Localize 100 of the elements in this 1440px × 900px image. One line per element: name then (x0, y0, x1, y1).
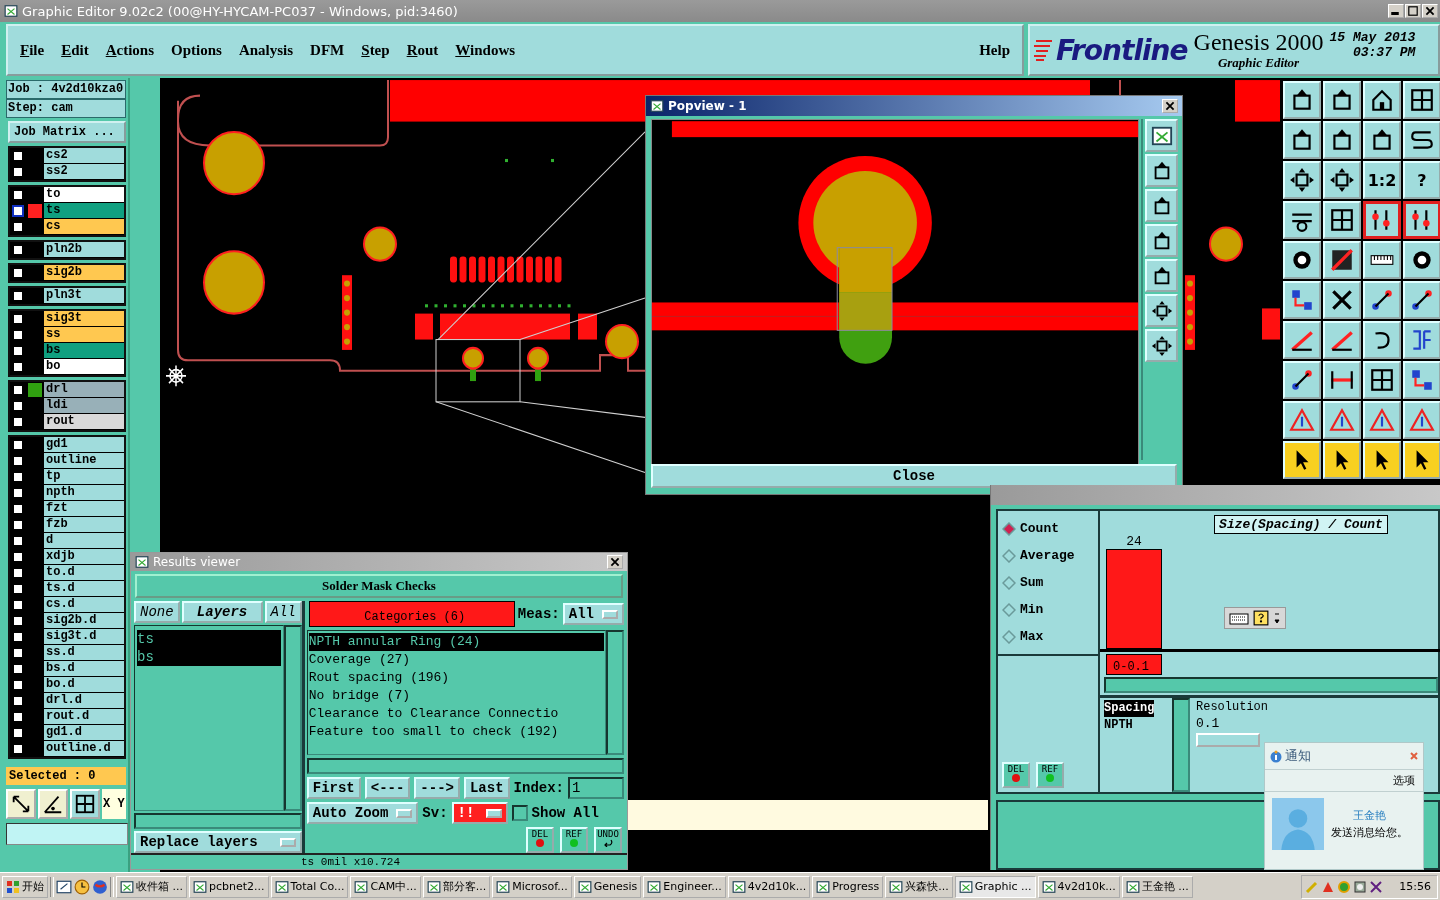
radio-option[interactable]: Max (998, 623, 1098, 650)
layer-checkbox[interactable] (12, 583, 24, 595)
scrollbar[interactable] (306, 758, 624, 774)
layer-checkbox[interactable] (12, 313, 24, 325)
taskbar-button[interactable]: Genesis (573, 875, 642, 898)
radio-option[interactable]: Min (998, 596, 1098, 623)
layer-name[interactable]: cs.d (44, 597, 125, 613)
layer-checkbox[interactable] (12, 615, 24, 627)
navigation-button[interactable]: ---> (414, 777, 460, 799)
tool-button[interactable]: 1:2 (1363, 161, 1401, 199)
layer-checkbox[interactable] (12, 244, 24, 256)
close-icon[interactable] (1409, 751, 1419, 761)
layer-name[interactable]: ss.d (44, 645, 125, 661)
layer-name[interactable]: bs.d (44, 661, 125, 677)
view-tool-button[interactable] (1145, 224, 1178, 257)
layer-name[interactable]: to (44, 187, 125, 203)
layer-checkbox[interactable] (12, 567, 24, 579)
layer-name[interactable]: pln3t (44, 288, 125, 304)
layer-name[interactable]: cs (44, 219, 125, 235)
list-item[interactable]: No bridge (7) (308, 687, 604, 705)
scrollbar[interactable] (1172, 698, 1190, 792)
layer-name[interactable]: ss2 (44, 164, 125, 180)
menu-item[interactable]: Options (171, 41, 222, 59)
taskbar-button[interactable]: 4v2d10k... (1037, 875, 1120, 898)
layer-checkbox[interactable] (12, 329, 24, 341)
layer-name[interactable]: tp (44, 469, 125, 485)
layer-name[interactable]: cs2 (44, 148, 125, 164)
layer-name[interactable]: xdjb (44, 549, 125, 565)
undo-button[interactable]: UNDO (594, 827, 622, 853)
scrollbar[interactable] (134, 813, 302, 829)
layer-checkbox[interactable] (12, 519, 24, 531)
refresh-button[interactable]: REF (560, 827, 588, 853)
layer-checkbox[interactable] (12, 599, 24, 611)
menu-item[interactable]: Step (361, 41, 390, 59)
command-field[interactable] (6, 823, 129, 845)
layer-name[interactable]: gd1 (44, 437, 125, 453)
tool-button[interactable] (1363, 201, 1401, 239)
layer-checkbox[interactable] (12, 695, 24, 707)
layer-checkbox[interactable] (12, 535, 24, 547)
layer-name[interactable]: sig2b.d (44, 613, 125, 629)
close-button[interactable] (1162, 99, 1178, 113)
delete-button[interactable]: DEL (1002, 762, 1030, 788)
menu-item[interactable]: DFM (310, 41, 345, 59)
layer-checkbox[interactable] (12, 711, 24, 723)
view-tool-button[interactable] (1145, 294, 1178, 327)
layer-name[interactable]: pln2b (44, 242, 125, 258)
list-item[interactable]: NPTH annular Ring (24) (308, 633, 604, 651)
list-item[interactable]: Feature too small to check (192) (308, 723, 604, 741)
navigation-button[interactable]: <--- (364, 777, 411, 799)
layer-checkbox[interactable] (12, 400, 24, 412)
layer-checkbox[interactable] (12, 503, 24, 515)
layer-checkbox[interactable] (12, 679, 24, 691)
radio-option[interactable]: Average (998, 542, 1098, 569)
list-item[interactable]: ts (137, 630, 281, 648)
layer-name[interactable]: bs (44, 343, 125, 359)
list-item[interactable]: Coverage (27) (308, 651, 604, 669)
layer-name[interactable]: drl.d (44, 693, 125, 709)
layer-filter-button[interactable]: None (134, 601, 180, 623)
tool-button[interactable] (1403, 201, 1440, 239)
list-item[interactable]: Rout spacing (196) (308, 669, 604, 687)
layer-checkbox[interactable] (12, 727, 24, 739)
delete-button[interactable]: DEL (526, 827, 554, 853)
options-link[interactable]: 选项 (1393, 774, 1415, 787)
layer-checkbox[interactable] (12, 455, 24, 467)
layer-name[interactable]: sig2b (44, 265, 125, 281)
layer-checkbox[interactable] (12, 205, 24, 217)
meas-dropdown[interactable]: All (562, 603, 624, 625)
layer-checkbox[interactable] (12, 487, 24, 499)
layer-name[interactable]: rout (44, 414, 125, 430)
layer-checkbox[interactable] (12, 345, 24, 357)
layer-checkbox[interactable] (12, 267, 24, 279)
list-item[interactable]: Spacing (1104, 700, 1155, 717)
layer-checkbox[interactable] (12, 361, 24, 373)
angle-tool-button[interactable] (38, 789, 68, 819)
view-tool-button[interactable] (1145, 119, 1178, 152)
taskbar-button[interactable]: 收件箱 ... (116, 875, 187, 898)
layer-checkbox[interactable] (12, 416, 24, 428)
layer-checkbox[interactable] (12, 471, 24, 483)
layer-name[interactable]: ts.d (44, 581, 125, 597)
radio-option[interactable]: Sum (998, 569, 1098, 596)
layer-name[interactable]: sig3t (44, 311, 125, 327)
desktop-icon[interactable] (56, 878, 72, 895)
layer-checkbox[interactable] (12, 663, 24, 675)
close-button[interactable]: Close (651, 464, 1177, 488)
taskbar-button[interactable]: 兴森快... (885, 875, 953, 898)
taskbar-button[interactable]: 4v2d10k... (727, 875, 811, 898)
show-all-checkbox[interactable] (511, 805, 528, 821)
list-item[interactable]: bs (137, 648, 281, 666)
layer-name[interactable]: ss (44, 327, 125, 343)
taskbar-button[interactable]: pcbnet2... (189, 875, 269, 898)
layer-filter-button[interactable]: Layers (181, 601, 263, 623)
close-button[interactable] (1422, 4, 1438, 18)
sender-name[interactable]: 王金艳 (1353, 808, 1386, 823)
layer-name[interactable]: rout.d (44, 709, 125, 725)
layer-name[interactable]: npth (44, 485, 125, 501)
taskbar-button[interactable]: Graphic ... (954, 875, 1036, 898)
navigation-button[interactable]: Last (463, 777, 510, 799)
layer-name[interactable]: sig3t.d (44, 629, 125, 645)
auto-zoom-dropdown[interactable]: Auto Zoom (306, 802, 419, 824)
view-tool-button[interactable] (1145, 259, 1178, 292)
